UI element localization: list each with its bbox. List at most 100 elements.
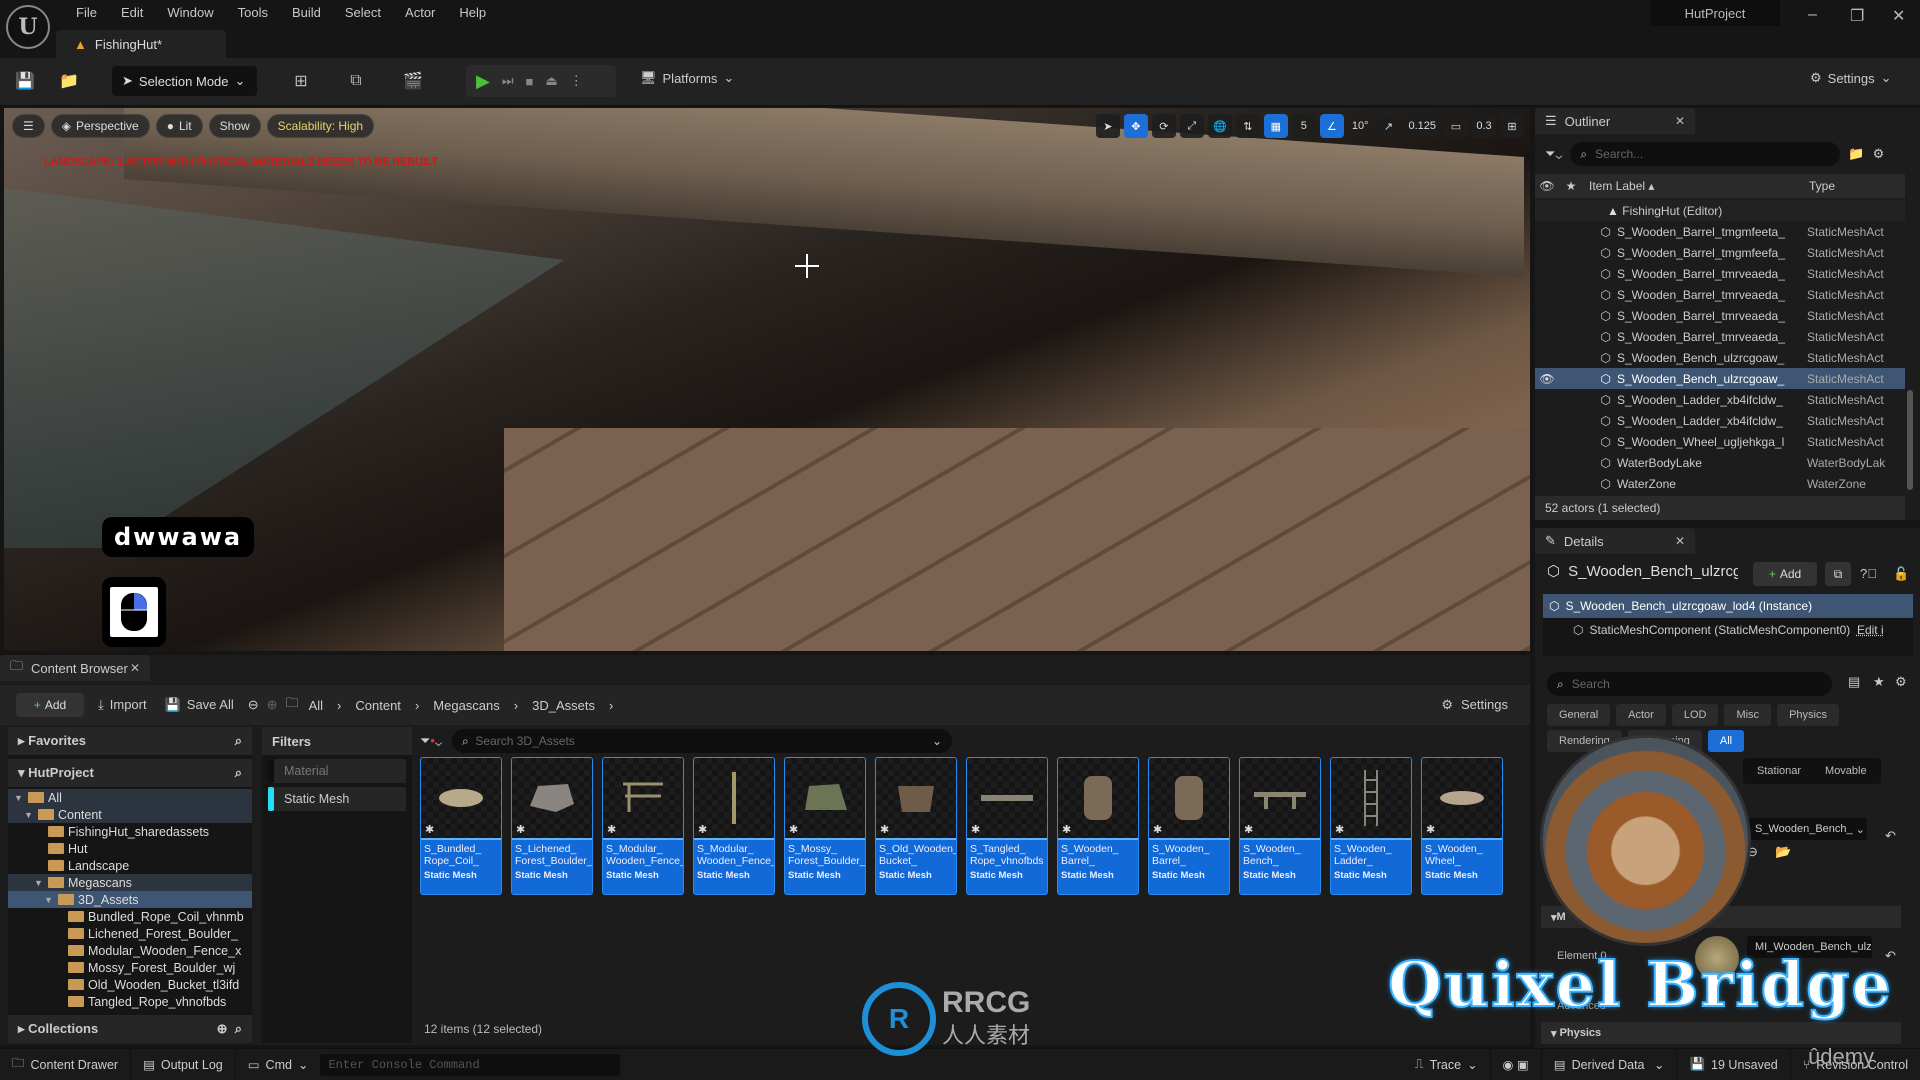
close-tab-icon[interactable]: ✕ xyxy=(130,661,140,675)
breadcrumb-item[interactable]: 3D_Assets xyxy=(532,698,595,713)
settings-button[interactable]: ⚙ Settings ⌄ xyxy=(1810,70,1892,86)
blueprint-icon[interactable]: ⧉ xyxy=(345,70,367,92)
menu-help[interactable]: Help xyxy=(447,4,498,22)
outliner-row[interactable]: ⬡ WaterBodyLake WaterBodyLak xyxy=(1535,452,1905,473)
folder-tree-item[interactable]: Old_Wooden_Bucket_tl3ifd xyxy=(8,976,252,993)
more-options-icon[interactable]: ⋮ xyxy=(570,73,583,89)
category-physics[interactable]: Physics xyxy=(1777,704,1839,726)
folder-tree-item[interactable]: Mossy_Forest_Boulder_wj xyxy=(8,959,252,976)
surface-snap-icon[interactable]: ⇅ xyxy=(1235,114,1260,138)
search-icon[interactable]: ⌕ xyxy=(235,733,242,749)
scalability-button[interactable]: Scalability: High xyxy=(266,114,375,138)
category-misc[interactable]: Misc xyxy=(1724,704,1772,726)
translate-tool-icon[interactable]: ✥ xyxy=(1123,114,1148,138)
grid-snap-value[interactable]: 5 xyxy=(1291,114,1316,138)
outliner-row[interactable]: ⬡ S_Wooden_Barrel_tmrveaeda_ StaticMeshAct xyxy=(1535,305,1905,326)
outliner-row[interactable]: ⬡ S_Wooden_Barrel_tmrveaeda_ StaticMeshAct xyxy=(1535,263,1905,284)
asset-tile[interactable]: ✱ S_Modular_ Wooden_Fence_ Static Mesh xyxy=(693,757,775,895)
folder-tree-item[interactable]: Bundled_Rope_Coil_vhnmb xyxy=(8,908,252,925)
console-input[interactable]: Enter Console Command xyxy=(320,1053,621,1076)
rotation-snap-value[interactable]: 10° xyxy=(1347,114,1373,138)
folder-tree-item[interactable]: ▼ 3D_Assets xyxy=(8,891,252,908)
restore-icon[interactable]: ❐ xyxy=(1850,6,1864,26)
category-all[interactable]: All xyxy=(1707,730,1745,752)
browse-asset-icon[interactable]: 📂 xyxy=(1775,844,1791,860)
item-label-column[interactable]: Item Label ▴ xyxy=(1583,179,1803,193)
output-log-button[interactable]: ▤ Output Log xyxy=(131,1049,236,1080)
import-button[interactable]: ⤓ Import xyxy=(98,697,147,713)
stop-icon[interactable]: ■ xyxy=(526,74,534,89)
breadcrumb-item[interactable]: Content xyxy=(355,698,401,713)
folder-tree-item[interactable]: Tangled_Rope_vhnofbds xyxy=(8,993,252,1010)
favorite-star-icon[interactable]: ★ xyxy=(1873,674,1885,690)
category-general[interactable]: General xyxy=(1547,704,1611,726)
content-drawer-button[interactable]: 🗀 Content Drawer xyxy=(0,1049,132,1080)
visibility-column-icon[interactable]: 👁 xyxy=(1535,179,1559,193)
category-lod[interactable]: LOD xyxy=(1671,704,1719,726)
collections-header[interactable]: ▸ Collections ⊕ ⌕ xyxy=(8,1015,252,1043)
folder-tree-item[interactable]: Lichened_Forest_Boulder_ xyxy=(8,925,252,942)
mobility-stationary[interactable]: Stationar xyxy=(1745,760,1813,782)
gear-icon[interactable]: ⚙ xyxy=(1873,146,1885,162)
folder-tree-item[interactable]: ▼ Content xyxy=(8,806,252,823)
gear-icon[interactable]: ⚙ xyxy=(1895,674,1907,690)
world-space-icon[interactable]: 🌐 xyxy=(1207,114,1232,138)
mobility-movable[interactable]: Movable xyxy=(1813,760,1879,782)
physics-section[interactable]: ▾ Physics xyxy=(1541,1022,1901,1044)
cmd-dropdown[interactable]: ▭ Cmd ⌄ xyxy=(236,1049,321,1080)
unreal-logo-icon[interactable]: U xyxy=(6,5,50,49)
folder-tree-item[interactable]: Landscape xyxy=(8,857,252,874)
outliner-row[interactable]: ⬡ S_Wooden_Barrel_tmgmfeeta_ StaticMeshAct xyxy=(1535,221,1905,242)
lock-icon[interactable]: 🔓 xyxy=(1893,566,1909,582)
use-selected-icon[interactable]: ⊖ xyxy=(1747,844,1758,860)
close-tab-icon[interactable]: ✕ xyxy=(1675,114,1685,128)
expand-arrow-icon[interactable]: ▼ xyxy=(24,810,34,820)
actor-name[interactable]: S_Wooden_Bench_ulzrcg xyxy=(1568,563,1738,580)
chevron-right-icon[interactable]: › xyxy=(514,698,518,713)
asset-tile[interactable]: ✱ S_Wooden_ Barrel_ Static Mesh xyxy=(1057,757,1139,895)
folder-tree-item[interactable]: Modular_Wooden_Fence_x xyxy=(8,942,252,959)
content-settings-button[interactable]: ⚙ Settings xyxy=(1441,697,1508,713)
edit-in-cpp-link[interactable]: Edit i xyxy=(1857,623,1884,637)
browse-icon[interactable]: 📁 xyxy=(58,70,80,92)
select-tool-icon[interactable]: ➤ xyxy=(1095,114,1120,138)
breadcrumb-item[interactable]: Megascans xyxy=(433,698,499,713)
expand-arrow-icon[interactable]: ▼ xyxy=(34,878,44,888)
favorite-column-icon[interactable]: ★ xyxy=(1559,179,1583,193)
favorites-header[interactable]: ▸ Favorites ⌕ xyxy=(8,727,252,755)
close-icon[interactable]: ✕ xyxy=(1892,6,1905,26)
show-button[interactable]: Show xyxy=(208,114,261,138)
outliner-row[interactable]: ⬡ S_Wooden_Barrel_tmrveaeda_ StaticMeshAct xyxy=(1535,284,1905,305)
outliner-row[interactable]: ⬡ S_Wooden_Barrel_tmrveaeda_ StaticMeshAct xyxy=(1535,326,1905,347)
visibility-icon[interactable]: 👁 xyxy=(1535,372,1559,386)
reset-icon[interactable]: ↶ xyxy=(1885,828,1896,844)
eject-icon[interactable]: ⏏ xyxy=(545,73,557,89)
asset-tile[interactable]: ✱ S_Wooden_ Wheel_ Static Mesh xyxy=(1421,757,1503,895)
menu-select[interactable]: Select xyxy=(333,4,393,22)
table-view-icon[interactable]: ▤ xyxy=(1848,674,1860,690)
unsaved-button[interactable]: 💾 19 Unsaved xyxy=(1677,1049,1791,1080)
asset-tile[interactable]: ✱ S_Mossy_ Forest_Boulder_ Static Mesh xyxy=(784,757,866,895)
blueprint-button[interactable]: ⧉ xyxy=(1825,562,1851,586)
document-tab[interactable]: ▲ FishingHut* xyxy=(56,30,226,58)
close-tab-icon[interactable]: ✕ xyxy=(1675,534,1685,548)
trace-button[interactable]: ⎍ Trace ⌄ xyxy=(1403,1049,1491,1080)
outliner-row[interactable]: ⬡ WaterZone WaterZone xyxy=(1535,473,1905,494)
menu-file[interactable]: File xyxy=(64,4,109,22)
breadcrumb-item[interactable]: All xyxy=(309,698,323,713)
add-button[interactable]: + Add xyxy=(16,693,84,717)
back-icon[interactable]: ⊖ xyxy=(248,697,259,713)
help-icon[interactable]: ?⃝ xyxy=(1860,566,1877,581)
play-icon[interactable]: ▶ xyxy=(476,71,490,92)
expand-arrow-icon[interactable]: ▼ xyxy=(44,895,54,905)
cinematics-icon[interactable]: 🎬 xyxy=(402,70,424,92)
outliner-scrollbar[interactable] xyxy=(1907,200,1913,490)
filter-icon[interactable]: ⏷•⌄ xyxy=(420,733,442,749)
camera-speed-icon[interactable]: ▭ xyxy=(1444,114,1468,138)
details-search-input[interactable]: ⌕ Search xyxy=(1547,672,1832,696)
asset-tile[interactable]: ✱ S_Bundled_ Rope_Coil_ Static Mesh xyxy=(420,757,502,895)
asset-tile[interactable]: ✱ S_Wooden_ Bench_ Static Mesh xyxy=(1239,757,1321,895)
folder-tree-item[interactable]: ▼ All xyxy=(8,789,252,806)
chevron-right-icon[interactable]: › xyxy=(415,698,419,713)
project-header[interactable]: ▾ HutProject ⌕ xyxy=(8,759,252,787)
